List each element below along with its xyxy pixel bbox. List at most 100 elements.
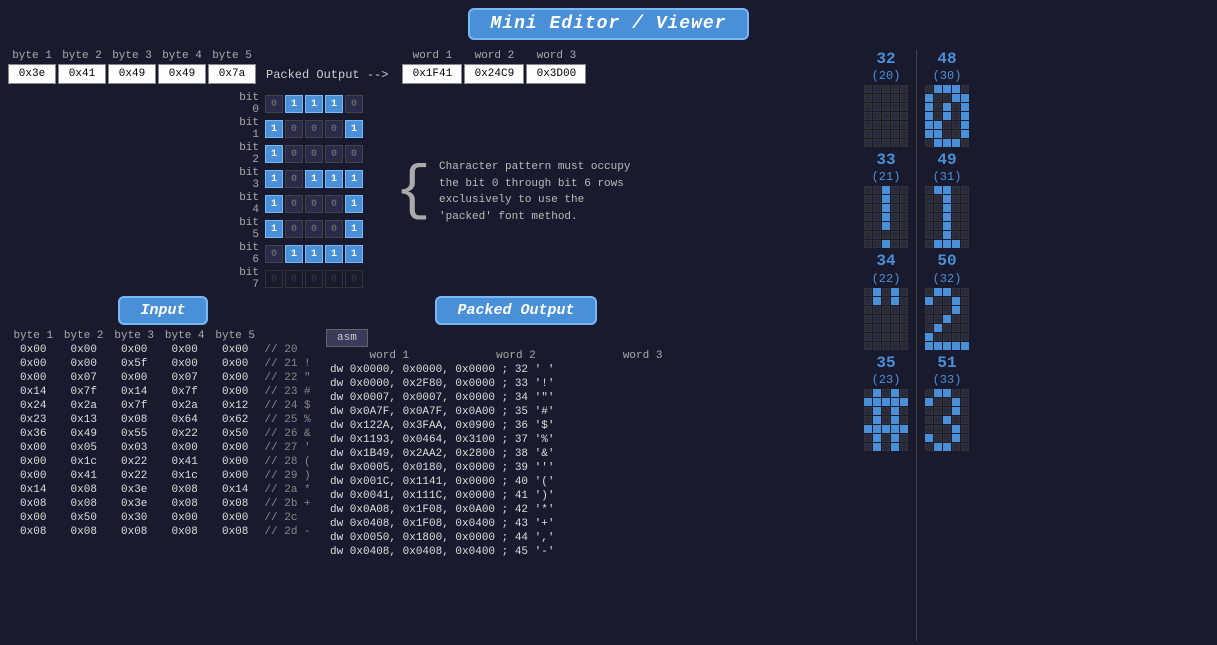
bit-cell-7-1[interactable]: 0 bbox=[285, 270, 303, 288]
input-table-scroll[interactable]: byte 1 byte 2 byte 3 byte 4 byte 5 0x000… bbox=[8, 329, 318, 539]
bit-row-6: bit 601111 bbox=[228, 242, 363, 266]
byte5-input[interactable] bbox=[208, 64, 256, 84]
char-pixel bbox=[943, 195, 951, 203]
bit-cell-0-3[interactable]: 1 bbox=[325, 95, 343, 113]
bit-cell-2-1[interactable]: 0 bbox=[285, 145, 303, 163]
char-pixel bbox=[900, 443, 908, 451]
char-pixel bbox=[943, 407, 951, 415]
char-pixel bbox=[864, 398, 872, 406]
bit-cell-6-0[interactable]: 0 bbox=[265, 245, 283, 263]
bit-cell-3-4[interactable]: 1 bbox=[345, 170, 363, 188]
byte-col-2: byte 2 bbox=[58, 50, 106, 84]
bit-cell-2-3[interactable]: 0 bbox=[325, 145, 343, 163]
bit-cell-3-3[interactable]: 1 bbox=[325, 170, 343, 188]
char-pixel bbox=[943, 94, 951, 102]
bit-cell-4-3[interactable]: 0 bbox=[325, 195, 343, 213]
bit-cell-7-4[interactable]: 0 bbox=[345, 270, 363, 288]
word3-input[interactable] bbox=[526, 64, 586, 84]
bit-cell-0-1[interactable]: 1 bbox=[285, 95, 303, 113]
bit-cell-1-2[interactable]: 0 bbox=[305, 120, 323, 138]
bit-cell-1-4[interactable]: 1 bbox=[345, 120, 363, 138]
bit-cell-1-1[interactable]: 0 bbox=[285, 120, 303, 138]
bit-cell-7-0[interactable]: 0 bbox=[265, 270, 283, 288]
char-pixel bbox=[873, 186, 881, 194]
byte1-input[interactable] bbox=[8, 64, 56, 84]
right-panel: 32(20)33(21)34(22)35(23)48(30)49(31)50(3… bbox=[860, 46, 1217, 645]
bit-cell-2-0[interactable]: 1 bbox=[265, 145, 283, 163]
byte5-label: byte 5 bbox=[212, 50, 252, 62]
input-cell-10-3: 0x08 bbox=[159, 483, 209, 497]
char-pixel bbox=[934, 222, 942, 230]
bit-cell-3-0[interactable]: 1 bbox=[265, 170, 283, 188]
input-cell-3-1: 0x7f bbox=[58, 385, 108, 399]
bit-cell-2-2[interactable]: 0 bbox=[305, 145, 323, 163]
bit-cell-5-3[interactable]: 0 bbox=[325, 220, 343, 238]
char-pixel bbox=[900, 139, 908, 147]
char-number-51: 51 bbox=[937, 354, 956, 373]
char-entry-50: 50(32) bbox=[925, 252, 969, 349]
bit-cell-0-2[interactable]: 1 bbox=[305, 95, 323, 113]
char-pixel bbox=[864, 94, 872, 102]
bit-cell-4-4[interactable]: 1 bbox=[345, 195, 363, 213]
bit-cell-3-2[interactable]: 1 bbox=[305, 170, 323, 188]
word2-input[interactable] bbox=[464, 64, 524, 84]
bit-cell-0-4[interactable]: 0 bbox=[345, 95, 363, 113]
char-pixel bbox=[934, 231, 942, 239]
byte3-input[interactable] bbox=[108, 64, 156, 84]
char-pixel bbox=[882, 204, 890, 212]
bit-cell-3-1[interactable]: 0 bbox=[285, 170, 303, 188]
char-pixel bbox=[961, 407, 969, 415]
word1-input[interactable] bbox=[402, 64, 462, 84]
byte2-input[interactable] bbox=[58, 64, 106, 84]
bit-cell-6-2[interactable]: 1 bbox=[305, 245, 323, 263]
bit-row-label-3: bit 3 bbox=[228, 167, 263, 191]
char-pixel bbox=[891, 425, 899, 433]
bit-cell-1-0[interactable]: 1 bbox=[265, 120, 283, 138]
bit-cell-7-3[interactable]: 0 bbox=[325, 270, 343, 288]
input-cell-1-4: 0x00 bbox=[210, 357, 260, 371]
asm-tab[interactable]: asm bbox=[326, 329, 368, 347]
byte2-label: byte 2 bbox=[62, 50, 102, 62]
bit-cell-6-3[interactable]: 1 bbox=[325, 245, 343, 263]
bit-cell-5-4[interactable]: 1 bbox=[345, 220, 363, 238]
char-grid-48 bbox=[925, 85, 969, 147]
bit-cell-6-4[interactable]: 1 bbox=[345, 245, 363, 263]
char-pixel bbox=[943, 130, 951, 138]
bit-cell-5-0[interactable]: 1 bbox=[265, 220, 283, 238]
bit-cell-4-2[interactable]: 0 bbox=[305, 195, 323, 213]
char-pixel bbox=[864, 416, 872, 424]
char-pixel bbox=[943, 306, 951, 314]
char-pixel bbox=[952, 112, 960, 120]
bit-cell-0-0[interactable]: 0 bbox=[265, 95, 283, 113]
char-pixel bbox=[891, 130, 899, 138]
bit-cell-5-2[interactable]: 0 bbox=[305, 220, 323, 238]
char-pixel bbox=[925, 130, 933, 138]
char-pixel bbox=[961, 204, 969, 212]
word-group: word 1 word 2 word 3 bbox=[402, 50, 586, 84]
input-cell-4-5: // 24 $ bbox=[260, 399, 318, 413]
byte4-input[interactable] bbox=[158, 64, 206, 84]
char-pixel bbox=[952, 103, 960, 111]
char-pixel bbox=[891, 389, 899, 397]
char-pixel bbox=[943, 315, 951, 323]
annotation-text: Character pattern must occupy the bit 0 … bbox=[439, 159, 639, 225]
bit-cell-2-4[interactable]: 0 bbox=[345, 145, 363, 163]
char-pixel bbox=[943, 213, 951, 221]
char-pixel bbox=[873, 240, 881, 248]
bit-cell-4-1[interactable]: 0 bbox=[285, 195, 303, 213]
char-grid-51 bbox=[925, 389, 969, 451]
char-pixel bbox=[864, 443, 872, 451]
input-cell-12-5: // 2c bbox=[260, 511, 318, 525]
bit-cell-6-1[interactable]: 1 bbox=[285, 245, 303, 263]
bit-cell-1-3[interactable]: 0 bbox=[325, 120, 343, 138]
char-pixel bbox=[873, 139, 881, 147]
bit-cell-5-1[interactable]: 0 bbox=[285, 220, 303, 238]
output-table-scroll[interactable]: word 1 word 2 word 3 dw 0x0000, 0x0000, … bbox=[326, 349, 706, 559]
char-pixel bbox=[882, 222, 890, 230]
char-pixel bbox=[864, 130, 872, 138]
bit-cell-7-2[interactable]: 0 bbox=[305, 270, 323, 288]
input-cell-11-0: 0x08 bbox=[8, 497, 58, 511]
bit-cell-4-0[interactable]: 1 bbox=[265, 195, 283, 213]
char-pixel bbox=[882, 130, 890, 138]
char-pixel bbox=[943, 288, 951, 296]
